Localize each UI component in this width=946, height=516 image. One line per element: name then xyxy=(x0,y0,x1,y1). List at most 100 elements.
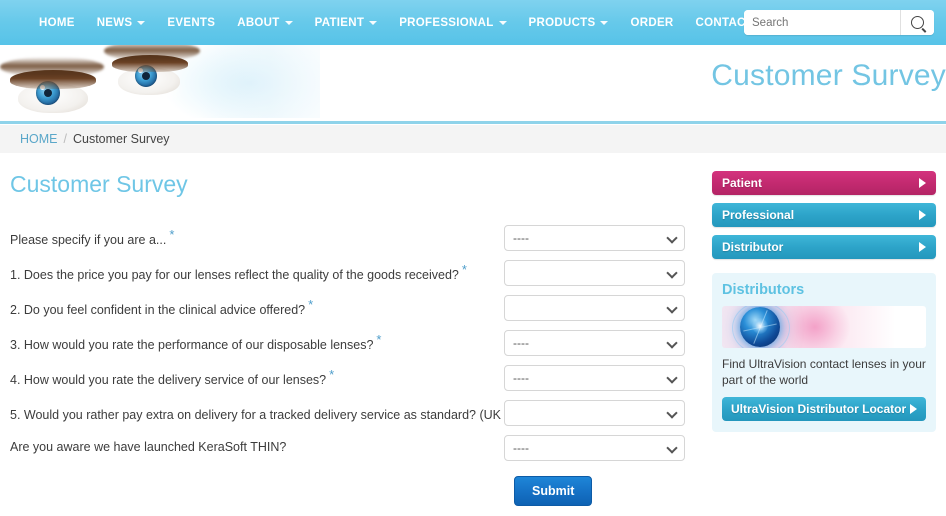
chevron-down-icon xyxy=(369,20,378,25)
question-label: Please specify if you are a... * xyxy=(10,227,180,248)
nav-item-label: PATIENT xyxy=(314,16,365,29)
survey-question-row: Please specify if you are a... * ---- xyxy=(10,220,712,255)
select-wrapper: ---- xyxy=(504,434,685,461)
question-4-select[interactable]: ---- xyxy=(504,364,685,391)
question-text: Are you aware we have launched KeraSoft … xyxy=(10,440,287,455)
sidebar-button-label: Patient xyxy=(722,176,763,190)
select-wrapper xyxy=(504,294,685,321)
question-text: 1. Does the price you pay for our lenses… xyxy=(10,267,459,282)
globe-highlight xyxy=(752,318,768,334)
breadcrumb-separator: / xyxy=(63,132,67,146)
sidebar: Patient Professional Distributor Distrib… xyxy=(712,153,946,516)
question-text: Please specify if you are a... xyxy=(10,232,167,247)
nav-item-label: PROFESSIONAL xyxy=(399,16,494,29)
question-label: 1. Does the price you pay for our lenses… xyxy=(10,262,473,283)
distributor-locator-label: UltraVision Distributor Locator xyxy=(731,402,907,417)
role-select[interactable]: ---- xyxy=(504,224,685,251)
required-marker: * xyxy=(376,331,382,347)
select-wrapper: ---- xyxy=(504,329,685,356)
question-label: 4. How would you rate the delivery servi… xyxy=(10,367,340,388)
select-wrapper: ---- xyxy=(504,224,685,251)
nav-item-patient[interactable]: PATIENT xyxy=(304,11,389,35)
nav-item-professional[interactable]: PROFESSIONAL xyxy=(388,11,517,35)
search-icon xyxy=(911,16,924,29)
distributor-locator-button[interactable]: UltraVision Distributor Locator xyxy=(722,397,926,422)
survey-question-row: Are you aware we have launched KeraSoft … xyxy=(10,430,712,465)
search-input[interactable] xyxy=(744,10,900,35)
question-label: Are you aware we have launched KeraSoft … xyxy=(10,439,292,455)
survey-question-row: 4. How would you rate the delivery servi… xyxy=(10,360,712,395)
search-button[interactable] xyxy=(900,10,934,35)
nav-item-news[interactable]: NEWS xyxy=(86,11,157,35)
question-2-select[interactable] xyxy=(504,294,685,321)
eye-left-pupil xyxy=(44,89,52,97)
nav-item-home[interactable]: HOME xyxy=(28,11,86,35)
nav-item-label: EVENTS xyxy=(167,16,216,29)
top-navigation-bar: HOME NEWS EVENTS ABOUT PATIENT PROFESSIO… xyxy=(0,0,946,45)
question-field: ---- xyxy=(504,329,685,356)
question-6-select[interactable]: ---- xyxy=(504,434,685,461)
chevron-down-icon xyxy=(137,20,146,25)
question-text: 3. How would you rate the performance of… xyxy=(10,337,374,352)
sidebar-button-patient[interactable]: Patient xyxy=(712,171,936,195)
select-wrapper xyxy=(504,399,685,426)
question-field: ---- xyxy=(504,224,685,251)
breadcrumb: HOME / Customer Survey xyxy=(0,124,946,153)
sidebar-button-distributor[interactable]: Distributor xyxy=(712,235,936,259)
survey-question-row: 5. Would you rather pay extra on deliver… xyxy=(10,395,712,430)
nav-item-products[interactable]: PRODUCTS xyxy=(518,11,620,35)
select-wrapper: ---- xyxy=(504,364,685,391)
survey-question-row: 3. How would you rate the performance of… xyxy=(10,325,712,360)
page-content: Customer Survey Please specify if you ar… xyxy=(0,153,946,516)
chevron-right-icon xyxy=(919,210,926,220)
question-label: 2. Do you feel confident in the clinical… xyxy=(10,297,319,318)
globe-network-image xyxy=(722,306,926,348)
required-marker: * xyxy=(308,296,314,312)
required-marker: * xyxy=(169,226,175,242)
chevron-right-icon xyxy=(910,404,917,415)
chevron-down-icon xyxy=(600,20,609,25)
distributors-panel: Distributors Find UltraVision contact le… xyxy=(712,273,936,433)
survey-question-row: 2. Do you feel confident in the clinical… xyxy=(10,290,712,325)
question-field xyxy=(504,294,685,321)
survey-form-column: Customer Survey Please specify if you ar… xyxy=(0,153,712,516)
nav-item-events[interactable]: EVENTS xyxy=(156,11,226,35)
chevron-down-icon xyxy=(284,20,293,25)
question-field: ---- xyxy=(504,434,685,461)
question-field: ---- xyxy=(504,364,685,391)
question-text: 2. Do you feel confident in the clinical… xyxy=(10,302,306,317)
eye-right-pupil xyxy=(142,72,150,80)
question-field xyxy=(504,259,685,286)
nav-item-label: ORDER xyxy=(630,16,674,29)
page-banner: Customer Survey xyxy=(0,45,946,124)
nav-item-label: ABOUT xyxy=(237,16,280,29)
nav-item-label: PRODUCTS xyxy=(528,16,596,29)
search-box xyxy=(744,10,934,35)
chevron-right-icon xyxy=(919,242,926,252)
distributors-panel-text: Find UltraVision contact lenses in your … xyxy=(722,357,926,388)
breadcrumb-home-link[interactable]: HOME xyxy=(20,132,58,146)
eyebrow-left xyxy=(0,57,104,77)
select-wrapper xyxy=(504,259,685,286)
question-1-select[interactable] xyxy=(504,259,685,286)
nav-item-order[interactable]: ORDER xyxy=(619,11,684,35)
required-marker: * xyxy=(461,261,467,277)
sidebar-button-professional[interactable]: Professional xyxy=(712,203,936,227)
question-label: 5. Would you rather pay extra on deliver… xyxy=(10,402,556,423)
banner-fade-overlay xyxy=(200,45,320,118)
question-label: 3. How would you rate the performance of… xyxy=(10,332,387,353)
chevron-down-icon xyxy=(498,20,507,25)
question-field xyxy=(504,399,685,426)
submit-button[interactable]: Submit xyxy=(514,476,593,506)
nav-item-about[interactable]: ABOUT xyxy=(226,11,303,35)
sidebar-button-label: Distributor xyxy=(722,240,784,254)
question-text: 5. Would you rather pay extra on deliver… xyxy=(10,407,542,422)
question-3-select[interactable]: ---- xyxy=(504,329,685,356)
question-5-select[interactable] xyxy=(504,399,685,426)
nav-items-list: HOME NEWS EVENTS ABOUT PATIENT PROFESSIO… xyxy=(28,11,777,35)
submit-row: Submit xyxy=(10,476,712,516)
nav-item-label: NEWS xyxy=(96,16,133,29)
banner-photo xyxy=(0,45,320,118)
breadcrumb-current: Customer Survey xyxy=(72,132,170,146)
distributors-panel-title: Distributors xyxy=(722,282,805,298)
